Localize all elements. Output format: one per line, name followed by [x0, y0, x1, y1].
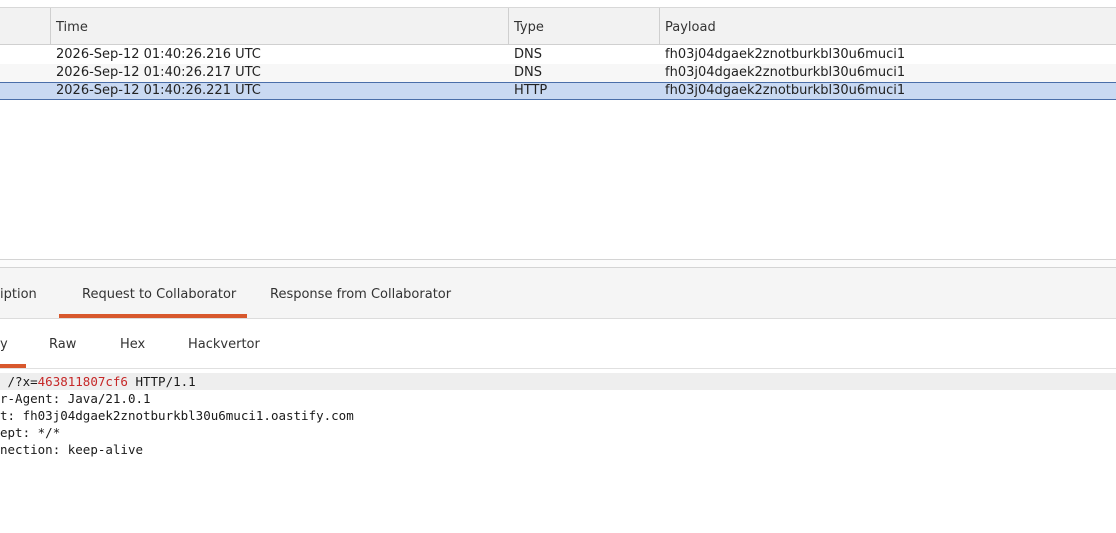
tab-hex[interactable]: Hex [120, 319, 145, 369]
http-version: HTTP/1.1 [127, 374, 196, 389]
header-line: nection: keep-alive [0, 441, 1116, 458]
header-sep: : [22, 425, 38, 440]
header-value: Java/21.0.1 [67, 391, 151, 406]
header-sep: : [52, 442, 68, 457]
tab-description[interactable]: iption [0, 268, 37, 319]
active-tab-indicator [59, 314, 247, 318]
top-strip [0, 0, 1116, 7]
table-row[interactable]: 2026-Sep-12 01:40:26.217 UTC DNS fh03j04… [0, 64, 1116, 82]
tab-hackvertor[interactable]: Hackvertor [188, 319, 260, 369]
cell-type: DNS [514, 47, 542, 62]
header-name: r-Agent [0, 391, 53, 406]
header-line: t: fh03j04dgaek2znotburkbl30u6muci1.oast… [0, 407, 1116, 424]
header-value: keep-alive [67, 442, 144, 457]
table-header: Time Type Payload [0, 7, 1116, 45]
header-name: ept [0, 425, 23, 440]
request-line: /?x=463811807cf6 HTTP/1.1 [0, 373, 1116, 390]
interactions-table: Time Type Payload 2026-Sep-12 01:40:26.2… [0, 7, 1116, 262]
cell-time: 2026-Sep-12 01:40:26.216 UTC [56, 47, 261, 62]
header-sep: : [52, 391, 68, 406]
table-row-selected[interactable]: 2026-Sep-12 01:40:26.221 UTC HTTP fh03j0… [0, 82, 1116, 100]
cell-payload: fh03j04dgaek2znotburkbl30u6muci1 [665, 83, 906, 98]
table-row[interactable]: 2026-Sep-12 01:40:26.216 UTC DNS fh03j04… [0, 46, 1116, 64]
split-pane-divider[interactable] [0, 259, 1116, 268]
header-line: r-Agent: Java/21.0.1 [0, 390, 1116, 407]
cell-time: 2026-Sep-12 01:40:26.221 UTC [56, 83, 261, 98]
cell-payload: fh03j04dgaek2znotburkbl30u6muci1 [665, 47, 906, 62]
detail-tab-bar: iption Request to Collaborator Response … [0, 268, 1116, 319]
query-param-name: x [22, 374, 31, 389]
tab-response-from-collaborator[interactable]: Response from Collaborator [270, 268, 451, 319]
query-equals: = [30, 374, 38, 389]
tab-raw[interactable]: Raw [49, 319, 76, 369]
tab-request-to-collaborator[interactable]: Request to Collaborator [82, 268, 236, 319]
column-header-index[interactable] [0, 8, 50, 45]
request-path-prefix: /? [0, 374, 23, 389]
tab-pretty[interactable]: y [0, 319, 8, 369]
header-name: t [0, 408, 8, 423]
header-sep: : [7, 408, 23, 423]
view-tab-bar: y Raw Hex Hackvertor [0, 319, 1116, 369]
cell-type: DNS [514, 65, 542, 80]
header-value: fh03j04dgaek2znotburkbl30u6muci1.oastify… [22, 408, 354, 423]
column-header-time[interactable]: Time [50, 8, 508, 45]
cell-time: 2026-Sep-12 01:40:26.217 UTC [56, 65, 261, 80]
cell-payload: fh03j04dgaek2znotburkbl30u6muci1 [665, 65, 906, 80]
header-value: */* [37, 425, 61, 440]
header-line: ept: */* [0, 424, 1116, 441]
column-header-type[interactable]: Type [508, 8, 659, 45]
column-header-payload[interactable]: Payload [659, 8, 1116, 45]
query-param-value: 463811807cf6 [37, 374, 128, 389]
cell-type: HTTP [514, 83, 548, 98]
request-editor[interactable]: /?x=463811807cf6 HTTP/1.1 r-Agent: Java/… [0, 373, 1116, 533]
active-view-tab-indicator [0, 364, 26, 368]
header-name: nection [0, 442, 53, 457]
